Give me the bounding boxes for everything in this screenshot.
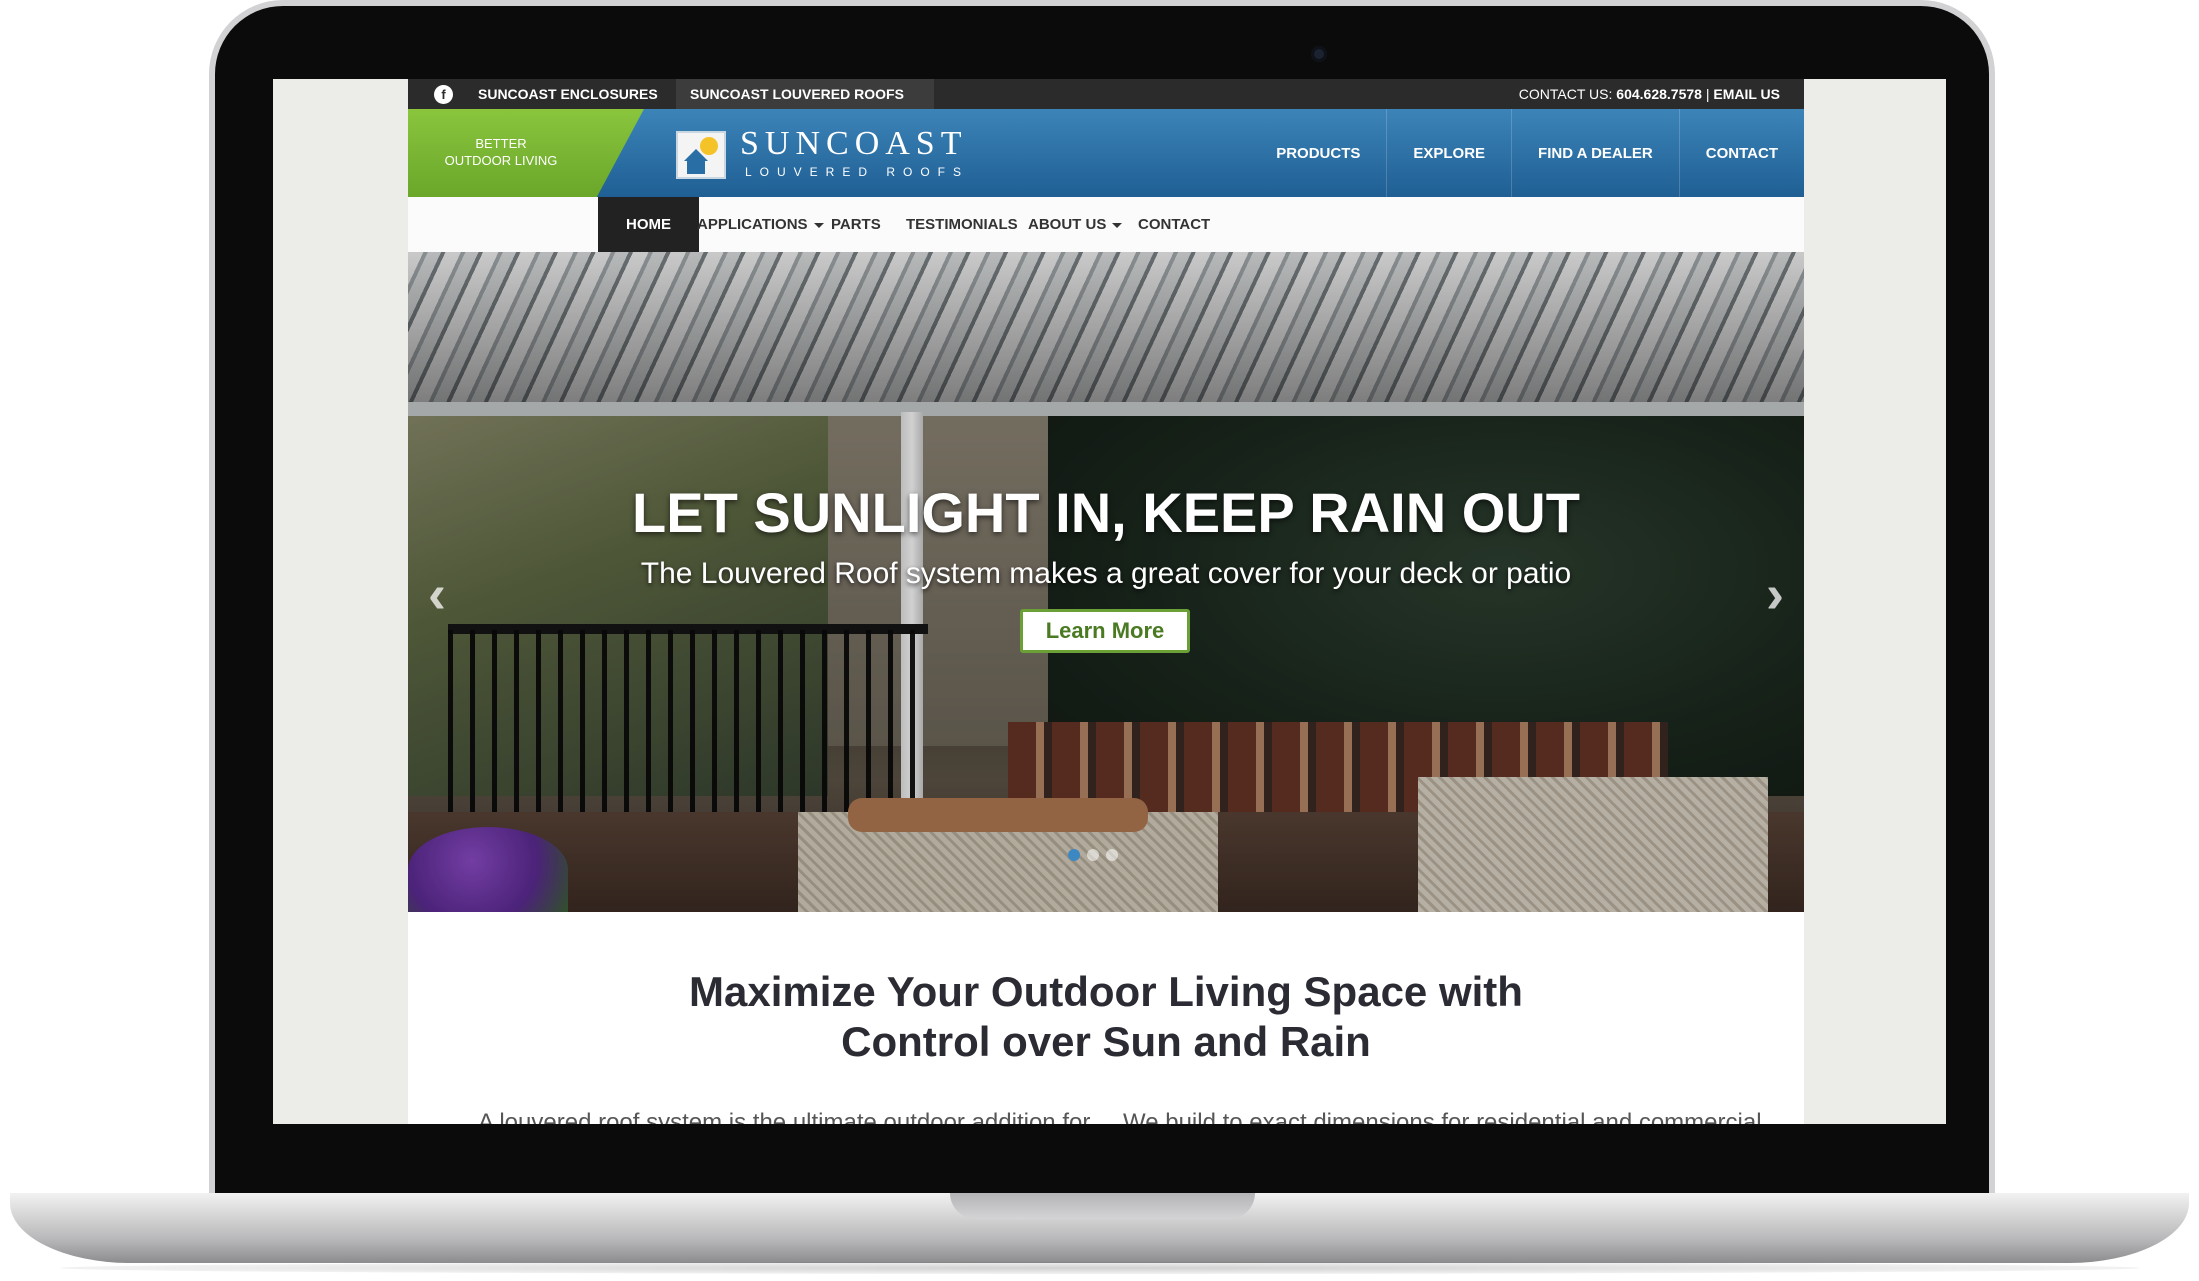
hero-subtitle: The Louvered Roof system makes a great c… [640,557,1572,590]
chevron-right-icon[interactable]: › [1766,567,1784,621]
carousel-dot[interactable] [1068,849,1080,861]
subnav-contact[interactable]: CONTACT [1138,197,1210,252]
subnav-applications-label: APPLICATIONS [697,216,808,233]
brand-name[interactable]: SUNCOAST [740,125,967,163]
brand-subtitle: LOUVERED ROOFS [745,165,970,179]
subnav-applications[interactable]: APPLICATIONS [697,197,824,252]
website: f SUNCOAST ENCLOSURES SUNCOAST LOUVERED … [408,79,1804,1124]
link-suncoast-enclosures[interactable]: SUNCOAST ENCLOSURES [478,86,658,102]
phone-link[interactable]: 604.628.7578 [1616,86,1702,102]
intro-heading-line1: Maximize Your Outdoor Living Space with [689,968,1523,1015]
intro-paragraph-1: A louvered roof system is the ultimate o… [478,1109,1091,1124]
site-header: BETTER OUTDOOR LIVING SUNCOAST LOUVERED … [408,109,1804,197]
subnav-about-us-label: ABOUT US [1028,216,1107,233]
caret-down-icon [1112,222,1123,228]
carousel-dot[interactable] [1106,849,1118,861]
house-icon [687,160,705,174]
subnav-about-us[interactable]: ABOUT US [1028,197,1123,252]
facebook-icon[interactable]: f [434,85,453,104]
nav-find-a-dealer[interactable]: FIND A DEALER [1511,109,1679,197]
carousel-dot[interactable] [1087,849,1099,861]
intro-heading-line2: Control over Sun and Rain [841,1018,1371,1065]
hero-carousel: LET SUNLIGHT IN, KEEP RAIN OUT The Louve… [408,252,1804,912]
link-suncoast-louvered-roofs[interactable]: SUNCOAST LOUVERED ROOFS [690,86,904,102]
subnav-testimonials[interactable]: TESTIMONIALS [906,197,1018,252]
tagline-banner: BETTER OUTDOOR LIVING [408,109,644,197]
laptop-screen: f SUNCOAST ENCLOSURES SUNCOAST LOUVERED … [273,79,1946,1124]
top-bar: f SUNCOAST ENCLOSURES SUNCOAST LOUVERED … [408,79,1804,109]
secondary-nav: HOME APPLICATIONS PARTS TESTIMONIALS ABO… [408,197,1804,253]
tagline-line2: OUTDOOR LIVING [444,153,558,168]
laptop-notch [950,1193,1255,1219]
intro-heading: Maximize Your Outdoor Living Space with … [408,967,1804,1067]
nav-products[interactable]: PRODUCTS [1250,109,1386,197]
tagline-text: BETTER OUTDOOR LIVING [436,135,566,169]
main-nav: PRODUCTS EXPLORE FIND A DEALER CONTACT [1250,109,1804,197]
carousel-indicators [1068,849,1118,861]
tagline-line1: BETTER [475,136,527,151]
caret-down-icon [813,222,824,228]
nav-explore[interactable]: EXPLORE [1386,109,1511,197]
contact-label: CONTACT US: [1518,86,1613,102]
hero-title: LET SUNLIGHT IN, KEEP RAIN OUT [632,481,1580,544]
subnav-home[interactable]: HOME [598,197,699,252]
intro-paragraph-2: We build to exact dimensions for residen… [1123,1109,1762,1124]
camera-icon [1311,46,1327,62]
email-link[interactable]: EMAIL US [1713,86,1780,102]
subnav-parts[interactable]: PARTS [831,197,881,252]
contact-separator: | [1705,86,1710,102]
nav-contact[interactable]: CONTACT [1678,109,1804,197]
chevron-left-icon[interactable]: ‹ [428,567,446,621]
contact-info: CONTACT US: 604.628.7578 | EMAIL US [1519,86,1780,102]
learn-more-button[interactable]: Learn More [1020,609,1190,653]
laptop-shadow [60,1262,2140,1274]
logo-icon[interactable] [676,131,726,179]
